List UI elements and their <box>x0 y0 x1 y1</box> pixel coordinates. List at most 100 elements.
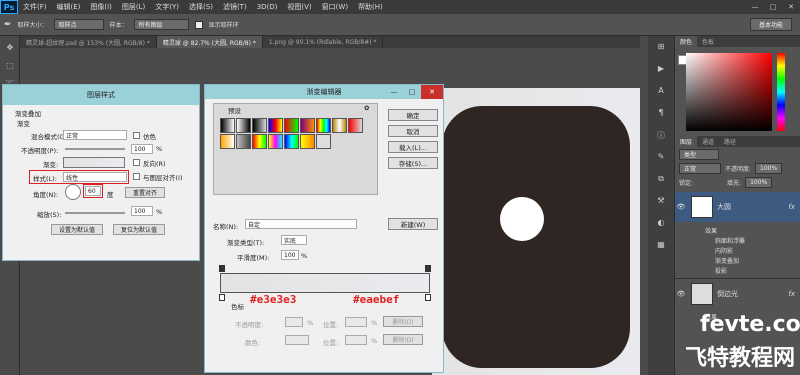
visibility-eye-icon[interactable]: 👁 <box>675 203 687 211</box>
load-button[interactable]: 载入(L)... <box>388 141 438 153</box>
preset-swatch[interactable] <box>332 118 347 133</box>
style-select[interactable]: 线性 <box>63 172 127 182</box>
preset-swatch[interactable] <box>348 118 363 133</box>
minimize-button[interactable]: — <box>385 85 403 99</box>
preset-swatch[interactable] <box>316 134 331 149</box>
presets-menu-icon[interactable]: ✿ <box>364 104 369 112</box>
preset-swatch[interactable] <box>268 134 283 149</box>
sample-size-select[interactable]: 取样点 <box>53 19 104 30</box>
preset-swatch[interactable] <box>284 118 299 133</box>
color-stop-left[interactable] <box>219 294 225 301</box>
hue-slider[interactable] <box>777 53 785 131</box>
angle-dial[interactable] <box>65 184 81 200</box>
minimize-button[interactable]: — <box>746 0 764 14</box>
opacity-stop-left[interactable] <box>219 265 225 272</box>
tab-swatches[interactable]: 色板 <box>697 36 719 47</box>
color-stop-right[interactable] <box>425 294 431 301</box>
close-button[interactable]: ✕ <box>421 85 443 99</box>
preset-swatch[interactable] <box>300 118 315 133</box>
menu-filter[interactable]: 滤镜(T) <box>218 2 252 12</box>
adjust-icon[interactable]: ◐ <box>653 218 669 234</box>
menu-layer[interactable]: 图层(L) <box>117 2 150 12</box>
workspace-select[interactable]: 基本功能 <box>749 18 792 31</box>
visibility-eye-icon[interactable]: 👁 <box>675 290 687 298</box>
sample-select[interactable]: 所有图层 <box>133 19 189 30</box>
actions-icon[interactable]: ▶ <box>653 64 669 80</box>
reset-default-button[interactable]: 复位为默认值 <box>113 224 165 235</box>
menu-window[interactable]: 窗口(W) <box>317 2 353 12</box>
effect-item[interactable]: 渐变叠加 <box>715 256 739 265</box>
preset-swatch[interactable] <box>252 118 267 133</box>
effect-item[interactable]: 内阴影 <box>715 246 733 255</box>
gradient-preview[interactable] <box>63 157 125 168</box>
preset-swatch[interactable] <box>236 118 251 133</box>
smoothness-field[interactable]: 100 <box>281 250 299 260</box>
preset-swatch[interactable] <box>284 134 299 149</box>
tab-channels[interactable]: 通道 <box>697 136 719 147</box>
preset-swatch[interactable] <box>220 134 235 149</box>
show-ring-checkbox[interactable] <box>194 20 203 29</box>
info-icon[interactable]: ⓘ <box>653 130 669 146</box>
dither-checkbox[interactable] <box>133 132 140 139</box>
color-picker-field[interactable] <box>686 53 772 131</box>
preset-swatch[interactable] <box>268 118 283 133</box>
menu-edit[interactable]: 编辑(E) <box>52 2 86 12</box>
menu-type[interactable]: 文字(Y) <box>150 2 184 12</box>
fx-icon[interactable]: fx <box>788 290 795 298</box>
menu-view[interactable]: 视图(V) <box>282 2 316 12</box>
reverse-checkbox[interactable] <box>133 159 140 166</box>
new-button[interactable]: 新建(W) <box>388 218 438 230</box>
location-field[interactable] <box>345 335 367 345</box>
opacity-slider[interactable] <box>65 148 125 150</box>
ok-button[interactable]: 确定 <box>388 109 438 121</box>
align-checkbox[interactable] <box>133 173 140 180</box>
opacity-field[interactable]: 100 <box>131 144 153 154</box>
menu-image[interactable]: 图像(I) <box>85 2 117 12</box>
doc-tab[interactable]: 精灵球-超纹理.psd @ 153% (大圆, RGB/8) * <box>20 36 157 48</box>
tab-paths[interactable]: 路径 <box>719 136 741 147</box>
name-field[interactable]: 自定 <box>245 219 357 229</box>
gradient-type-select[interactable]: 实底 <box>281 235 307 245</box>
blend-mode-select[interactable]: 正常 <box>63 130 127 140</box>
maximize-button[interactable]: □ <box>403 85 421 99</box>
marquee-tool-icon[interactable]: ⬚ <box>3 58 17 72</box>
preset-swatch[interactable] <box>236 134 251 149</box>
preset-swatch[interactable] <box>316 118 331 133</box>
menu-3d[interactable]: 3D(D) <box>252 3 283 11</box>
location-field[interactable] <box>345 317 367 327</box>
preset-swatch[interactable] <box>220 118 235 133</box>
menu-select[interactable]: 选择(S) <box>184 2 218 12</box>
stop-opacity-field[interactable] <box>285 317 303 327</box>
clone-icon[interactable]: ⧉ <box>653 174 669 190</box>
brush-icon[interactable]: ✎ <box>653 152 669 168</box>
opacity-field[interactable]: 100% <box>755 162 783 174</box>
gradient-bar[interactable] <box>220 273 430 293</box>
paragraph-icon[interactable]: ¶ <box>653 108 669 124</box>
tab-color[interactable]: 颜色 <box>675 36 698 47</box>
stop-color-field[interactable] <box>285 335 309 345</box>
layer-row[interactable]: 👁 倒边光 fx <box>675 278 800 308</box>
styles-icon[interactable]: ▦ <box>653 240 669 256</box>
preset-swatch[interactable] <box>252 134 267 149</box>
opacity-stop-right[interactable] <box>425 265 431 272</box>
doc-tab[interactable]: 1.png @ 90.1% (Rdlable, RGB/8#) * <box>263 36 384 48</box>
delete-button[interactable]: 删除(D) <box>383 316 423 327</box>
cancel-button[interactable]: 取消 <box>388 125 438 137</box>
scale-field[interactable]: 100 <box>131 206 153 216</box>
make-default-button[interactable]: 设置为默认值 <box>51 224 103 235</box>
effect-item[interactable]: 投影 <box>715 266 727 275</box>
effect-item[interactable]: 斜面和浮雕 <box>715 236 745 245</box>
blend-mode-select[interactable]: 正常 <box>679 162 721 174</box>
fx-icon[interactable]: fx <box>788 203 795 211</box>
delete-button[interactable]: 删除(D) <box>383 334 423 345</box>
maximize-button[interactable]: □ <box>764 0 782 14</box>
reset-alignment-button[interactable]: 重置对齐 <box>125 187 165 198</box>
history-icon[interactable]: ⊞ <box>653 42 669 58</box>
close-button[interactable]: ✕ <box>782 0 800 14</box>
menu-file[interactable]: 文件(F) <box>18 2 52 12</box>
angle-field[interactable]: 60 <box>85 186 101 196</box>
doc-tab-active[interactable]: 精灵球 @ 82.7% (大圆, RGB/8) * <box>156 36 263 48</box>
save-button[interactable]: 存储(S)... <box>388 157 438 169</box>
tool-preset-icon[interactable]: ⚒ <box>653 196 669 212</box>
eyedropper-icon[interactable]: ✒ <box>4 20 12 30</box>
